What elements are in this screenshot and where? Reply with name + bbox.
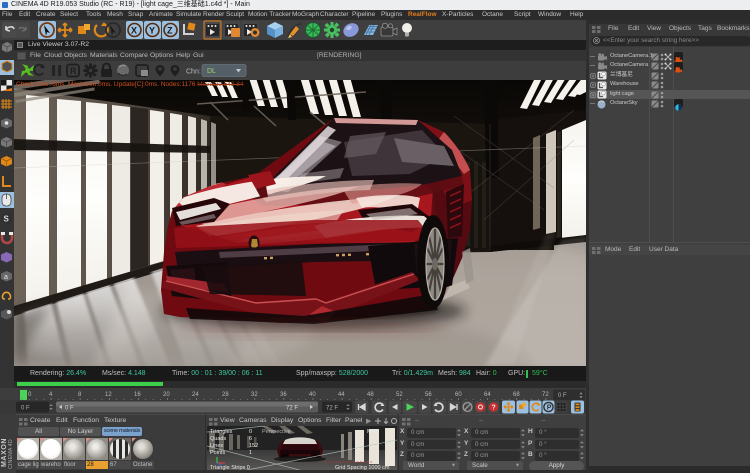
svg-text:0 F: 0 F — [65, 406, 74, 412]
svg-text:S: S — [4, 215, 10, 224]
svg-text:44: 44 — [338, 392, 345, 398]
svg-text:1: 1 — [249, 450, 252, 456]
svg-text:Main: Main — [367, 429, 379, 435]
svg-text:60: 60 — [455, 392, 462, 398]
svg-text:72 F: 72 F — [286, 406, 298, 412]
svg-text:R: R — [70, 66, 77, 76]
svg-text:152: 152 — [249, 443, 258, 449]
svg-text:Perspective: Perspective — [262, 429, 291, 435]
svg-text:36: 36 — [280, 392, 287, 398]
svg-text:0: 0 — [28, 392, 32, 398]
svg-text:48: 48 — [367, 392, 374, 398]
svg-text:72 F: 72 F — [326, 406, 338, 412]
svg-text:DL: DL — [207, 68, 216, 75]
svg-text:4: 4 — [49, 392, 53, 398]
svg-text:24: 24 — [192, 392, 199, 398]
svg-text:0 F: 0 F — [558, 393, 567, 399]
svg-text:64: 64 — [484, 392, 491, 398]
svg-text:20: 20 — [163, 392, 170, 398]
svg-text:52: 52 — [396, 392, 403, 398]
svg-text:8: 8 — [78, 392, 82, 398]
svg-text:16: 16 — [134, 392, 141, 398]
svg-text:68: 68 — [513, 392, 520, 398]
svg-text:40: 40 — [309, 392, 316, 398]
svg-text:28: 28 — [222, 392, 229, 398]
svg-text:P: P — [547, 405, 552, 412]
svg-text:Z: Z — [167, 26, 173, 36]
svg-text:56: 56 — [425, 392, 432, 398]
svg-text:a: a — [4, 274, 8, 281]
svg-text:Points: Points — [210, 450, 226, 456]
svg-text:6: 6 — [249, 436, 252, 442]
svg-text:Lines: Lines — [210, 443, 223, 449]
svg-text:0 F: 0 F — [21, 406, 30, 412]
svg-text:X: X — [131, 26, 137, 36]
svg-text:Y: Y — [149, 26, 155, 36]
svg-text:?: ? — [492, 405, 496, 412]
svg-text:32: 32 — [251, 392, 258, 398]
svg-text:72: 72 — [542, 392, 549, 398]
svg-text:Chn:: Chn: — [186, 69, 201, 76]
svg-text:Triangles: Triangles — [210, 429, 233, 435]
svg-text:0: 0 — [249, 429, 252, 435]
svg-text:12: 12 — [105, 392, 112, 398]
svg-text:Quads: Quads — [210, 436, 226, 442]
